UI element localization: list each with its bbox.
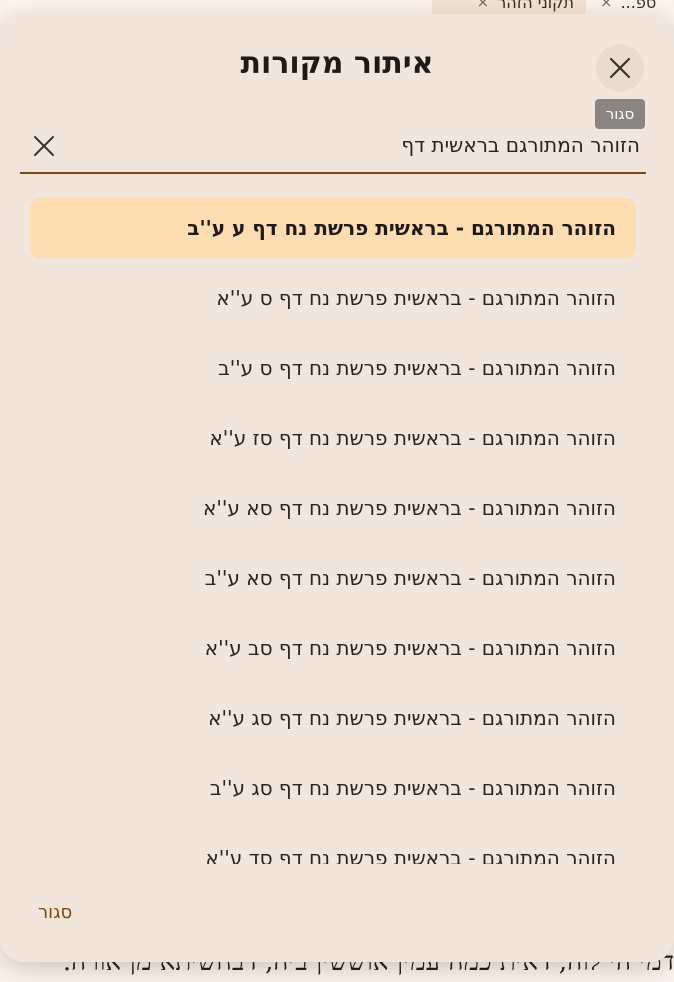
tab-close-icon[interactable]: ×	[600, 0, 613, 11]
tab-label: ספ...	[620, 0, 657, 12]
close-button[interactable]	[596, 44, 644, 92]
close-icon	[609, 57, 631, 79]
find-sources-dialog: איתור מקורות סגור הזוהר המתורגם - בראשית…	[0, 14, 674, 962]
result-item[interactable]: הזוהר המתורגם - בראשית פרשת נח דף ס ע''ב	[30, 338, 636, 398]
result-item[interactable]: הזוהר המתורגם - בראשית פרשת נח דף ס ע''א	[30, 268, 636, 328]
clear-icon	[34, 136, 54, 156]
search-input[interactable]	[78, 122, 642, 168]
result-item[interactable]: הזוהר המתורגם - בראשית פרשת נח דף ע ע''ב	[30, 198, 636, 258]
result-item[interactable]: הזוהר המתורגם - בראשית פרשת נח דף סב ע''…	[30, 618, 636, 678]
footer-close-button[interactable]: סגור	[38, 902, 72, 923]
result-item[interactable]: הזוהר המתורגם - בראשית פרשת נח דף סד ע''…	[30, 828, 636, 864]
result-item[interactable]: הזוהר המתורגם - בראשית פרשת נח דף סז ע''…	[30, 408, 636, 468]
background-tab-bar: תקוני הזהר × ספ... ×	[0, 0, 674, 16]
result-item[interactable]: הזוהר המתורגם - בראשית פרשת נח דף סג ע''…	[30, 758, 636, 818]
tab-label: תקוני הזהר	[497, 0, 574, 12]
dialog-title: איתור מקורות	[240, 46, 434, 81]
search-field	[20, 118, 646, 174]
result-item[interactable]: הזוהר המתורגם - בראשית פרשת נח דף סא ע''…	[30, 548, 636, 608]
result-item[interactable]: הזוהר המתורגם - בראשית פרשת נח דף סג ע''…	[30, 688, 636, 748]
results-list: הזוהר המתורגם - בראשית פרשת נח דף ע ע''ב…	[30, 198, 636, 864]
tab-close-icon[interactable]: ×	[477, 0, 490, 11]
result-item[interactable]: הזוהר המתורגם - בראשית פרשת נח דף סא ע''…	[30, 478, 636, 538]
clear-search-button[interactable]	[28, 130, 60, 162]
